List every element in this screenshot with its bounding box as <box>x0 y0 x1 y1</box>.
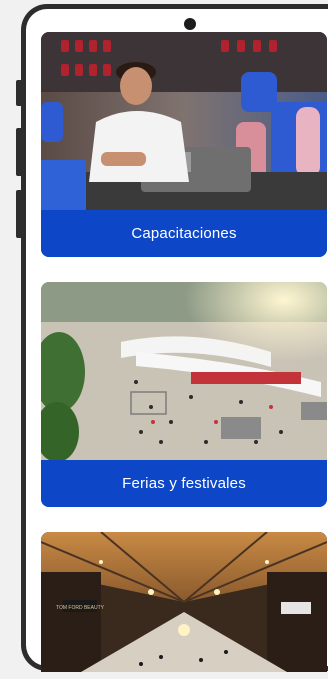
card-convention-hall[interactable]: TOM FORD BEAUTY <box>41 532 327 672</box>
hall-sign-left: TOM FORD BEAUTY <box>56 605 105 611</box>
card-label: Ferias y festivales <box>41 460 327 507</box>
card-capacitaciones[interactable]: Capacitaciones <box>41 32 327 257</box>
fair-plaza-photo <box>41 282 327 460</box>
front-camera <box>184 18 196 30</box>
convention-hall-photo: TOM FORD BEAUTY <box>41 532 327 672</box>
workshop-photo <box>41 32 327 210</box>
card-ferias-y-festivales[interactable]: Ferias y festivales <box>41 282 327 507</box>
card-label: Capacitaciones <box>41 210 327 257</box>
